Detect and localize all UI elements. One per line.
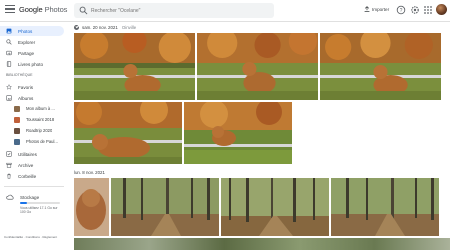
cat-photo-image [74, 102, 182, 164]
apps-grid-icon[interactable] [423, 5, 433, 15]
cat-photo-image [74, 178, 109, 236]
sidebar-item-label: Photos [18, 28, 33, 34]
library-section-label: BIBLIOTHÈQUE [6, 73, 33, 77]
sidebar-item-utilitaires[interactable]: Utilitaires [0, 149, 64, 159]
archive-icon [6, 162, 12, 168]
cat-photo-image [184, 102, 292, 164]
album-thumbnail [14, 127, 20, 134]
search-input[interactable] [91, 3, 269, 18]
sidebar-item-archive[interactable]: Archive [0, 160, 64, 170]
sidebar-item-livres-photo[interactable]: Livres photo [0, 59, 64, 69]
sidebar: Photos Explorer Partage Livres photo BIB… [0, 22, 68, 250]
storage-link[interactable]: Stockage [6, 194, 39, 200]
sidebar-item-corbeille[interactable]: Corbeille [0, 171, 64, 181]
main-menu-icon[interactable] [5, 5, 15, 15]
storage-title: Stockage [20, 194, 40, 200]
search-icon [6, 39, 12, 45]
book-icon [6, 61, 12, 67]
album-thumbnail [14, 138, 20, 145]
photo-grid: sam. 20 nov. 2021 Oinville lun. 8 nov. 2… [70, 22, 450, 250]
forest-photo-image [221, 178, 329, 236]
photo-icon [6, 28, 12, 34]
share-icon [6, 50, 12, 56]
photo-thumbnail[interactable] [74, 178, 109, 236]
album-label: Toussaint 2018 [26, 117, 55, 122]
star-icon [6, 84, 12, 90]
storage-progress-bar [20, 202, 60, 204]
sidebar-album-3[interactable]: Roadtrip 2020 [14, 126, 68, 135]
date-label: lun. 8 nov. 2021 [74, 169, 105, 175]
album-thumbnail [14, 116, 20, 123]
album-thumbnail [14, 105, 20, 112]
sidebar-item-albums[interactable]: Albums [0, 93, 64, 103]
sidebar-item-explorer[interactable]: Explorer [0, 37, 64, 47]
cat-photo-image [320, 33, 441, 100]
forest-photo-image [111, 178, 219, 236]
sidebar-album-2[interactable]: Toussaint 2018 [14, 115, 68, 124]
album-label: Photos de Paul... [26, 139, 58, 144]
photo-thumbnail[interactable] [74, 33, 195, 100]
sidebar-item-label: Corbeille [18, 173, 37, 179]
footer-links[interactable]: Confidentialité · Conditions · Règlement [4, 235, 57, 239]
logo-photos-text: Photos [44, 5, 68, 14]
import-label: Importer [372, 6, 390, 12]
date-header[interactable]: lun. 8 nov. 2021 [74, 168, 105, 176]
sidebar-item-partage[interactable]: Partage [0, 48, 64, 58]
photo-thumbnail[interactable] [221, 178, 329, 236]
storage-usage-text: Vous utilisez 17.1 Go sur 100 Go [20, 206, 58, 215]
search-bar[interactable] [74, 3, 274, 18]
account-avatar[interactable] [436, 4, 447, 15]
import-button[interactable]: Importer [364, 6, 389, 12]
sidebar-album-4[interactable]: Photos de Paul... [14, 137, 68, 146]
settings-icon[interactable] [410, 5, 420, 15]
photo-thumbnail[interactable] [184, 102, 292, 164]
sidebar-item-label: Archive [18, 162, 34, 168]
photo-row-partial[interactable] [74, 238, 450, 250]
cloud-icon [6, 194, 14, 200]
photo-thumbnail[interactable] [197, 33, 318, 100]
sidebar-item-favoris[interactable]: Favoris [0, 82, 64, 92]
location-label: Oinville [121, 24, 137, 30]
check-icon [6, 151, 12, 157]
album-label: Mon album à ... [26, 106, 55, 111]
sidebar-item-label: Livres photo [18, 61, 44, 67]
sidebar-item-photos[interactable]: Photos [0, 26, 64, 36]
photo-thumbnail[interactable] [331, 178, 439, 236]
forest-photo-image [331, 178, 439, 236]
photo-thumbnail[interactable] [74, 102, 182, 164]
sidebar-item-label: Utilitaires [18, 151, 37, 157]
date-label: sam. 20 nov. 2021 [82, 24, 118, 30]
top-bar: Google Photos Importer ? [0, 0, 450, 22]
album-icon [6, 95, 12, 101]
sidebar-album-1[interactable]: Mon album à ... [14, 104, 68, 113]
album-label: Roadtrip 2020 [26, 128, 53, 133]
upload-icon [364, 6, 370, 12]
cat-photo-image [197, 33, 318, 100]
help-icon[interactable]: ? [396, 5, 406, 15]
cat-photo-image [74, 33, 195, 100]
storage-progress-fill [20, 202, 27, 204]
sidebar-item-label: Favoris [18, 84, 34, 90]
google-photos-logo[interactable]: Google Photos [19, 5, 67, 14]
search-icon [79, 6, 88, 15]
svg-text:?: ? [400, 8, 403, 14]
photo-thumbnail[interactable] [320, 33, 441, 100]
date-header[interactable]: sam. 20 nov. 2021 Oinville [74, 23, 136, 31]
logo-google-text: Google [19, 5, 43, 14]
photo-thumbnail[interactable] [111, 178, 219, 236]
sidebar-divider [4, 186, 64, 187]
sidebar-item-label: Partage [18, 50, 35, 56]
sidebar-item-label: Explorer [18, 39, 36, 45]
trash-icon [7, 173, 11, 179]
select-group-icon[interactable] [74, 24, 79, 30]
sidebar-item-label: Albums [18, 95, 34, 101]
